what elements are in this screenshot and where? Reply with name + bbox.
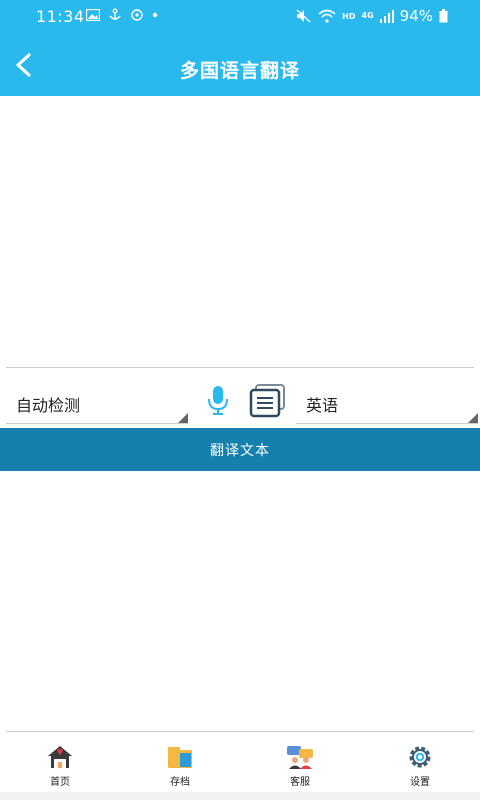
- source-language-label: 自动检测: [16, 396, 81, 415]
- document-icon: [249, 384, 285, 418]
- signal-icon: [379, 9, 394, 23]
- hd-indicator: HD: [342, 11, 356, 21]
- nav-item-home[interactable]: 首页: [0, 736, 120, 792]
- document-button[interactable]: [248, 384, 288, 418]
- nav-item-settings[interactable]: 设置: [360, 736, 480, 792]
- dropdown-corner-icon: [178, 413, 188, 423]
- battery-percent: 94%: [399, 7, 433, 25]
- battery-icon: [439, 9, 448, 23]
- nav-label-home: 首页: [50, 777, 70, 788]
- dropdown-corner-icon: [468, 413, 478, 423]
- dot-icon: [152, 12, 158, 18]
- folder-icon: [168, 747, 192, 768]
- microphone-icon: [208, 386, 228, 415]
- target-language-label: 英语: [306, 396, 339, 415]
- anchor-icon: [108, 8, 122, 22]
- wifi-icon: [318, 9, 336, 23]
- nav-item-service[interactable]: 客服: [240, 736, 360, 792]
- translation-output[interactable]: [6, 472, 474, 732]
- translator-screen: 11:34 HD 4G 94% 多国语言翻译 自动检测 英语 翻译文本 首页 存…: [0, 0, 480, 800]
- page-title: 多国语言翻译: [179, 60, 300, 82]
- microphone-button[interactable]: [206, 384, 230, 416]
- nav-label-service: 客服: [290, 777, 310, 788]
- mute-icon: [296, 9, 312, 23]
- status-left-icons: [86, 8, 158, 22]
- nav-label-settings: 设置: [410, 777, 430, 788]
- translate-button[interactable]: 翻译文本: [0, 428, 480, 471]
- status-right-icons: HD 4G 94%: [296, 7, 448, 25]
- home-icon: [48, 746, 72, 768]
- source-language-select[interactable]: 自动检测: [6, 380, 188, 424]
- sync-icon: [130, 8, 144, 22]
- nav-item-archive[interactable]: 存档: [120, 736, 240, 792]
- language-row: 自动检测 英语: [0, 370, 480, 428]
- status-time: 11:34: [36, 7, 85, 26]
- status-bar: 11:34 HD 4G 94%: [0, 0, 480, 34]
- nav-label-archive: 存档: [170, 777, 190, 788]
- source-text-input[interactable]: [6, 98, 474, 368]
- target-language-select[interactable]: 英语: [296, 380, 478, 424]
- gear-icon: [409, 746, 431, 768]
- network-type: 4G: [361, 11, 374, 20]
- system-nav-edge: [0, 792, 480, 800]
- bottom-nav: 首页 存档 客服 设置: [0, 736, 480, 792]
- image-icon: [86, 9, 100, 21]
- customer-service-icon: [287, 746, 313, 769]
- app-header: 多国语言翻译: [0, 34, 480, 96]
